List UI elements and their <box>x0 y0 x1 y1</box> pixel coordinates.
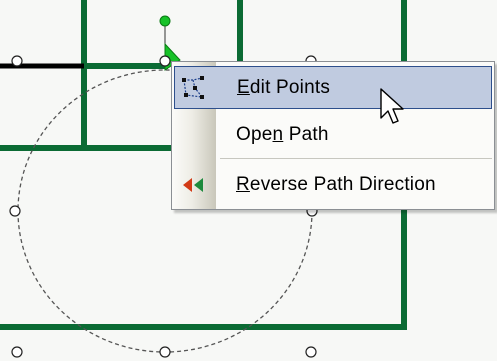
handle-bottom-center <box>159 346 171 358</box>
edit-points-icon <box>175 67 215 108</box>
menu-item-reverse-path-direction[interactable]: Reverse Path Direction <box>174 163 492 206</box>
menu-item-edit-points[interactable]: Edit Points <box>174 66 492 109</box>
drawing-canvas[interactable]: Edit Points Open Path Reverse Path Direc… <box>0 0 497 361</box>
handle-top-left <box>11 55 23 67</box>
handle-bottom-right <box>305 346 317 358</box>
handle-bottom-left <box>11 346 23 358</box>
menu-item-open-path[interactable]: Open Path <box>174 113 492 156</box>
rotation-handle[interactable] <box>159 15 171 27</box>
menu-separator <box>220 158 492 159</box>
menu-item-label: Reverse Path Direction <box>236 173 436 195</box>
handle-middle-left <box>9 205 21 217</box>
menu-item-label: Open Path <box>236 123 329 145</box>
context-menu: Edit Points Open Path Reverse Path Direc… <box>171 61 495 210</box>
reverse-path-direction-icon <box>174 163 214 206</box>
handle-top-center <box>159 55 171 67</box>
menu-icon-empty <box>174 113 214 156</box>
mouse-cursor-icon <box>380 88 404 124</box>
menu-item-label: Edit Points <box>237 76 331 98</box>
